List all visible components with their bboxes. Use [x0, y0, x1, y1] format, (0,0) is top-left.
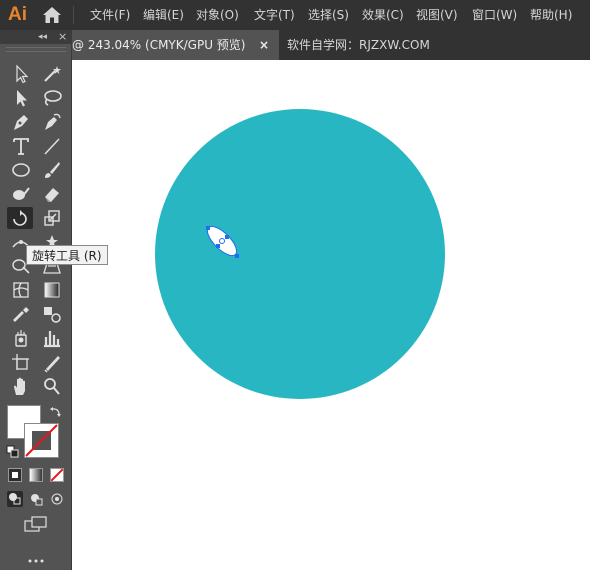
type-tool-icon[interactable]	[8, 135, 34, 157]
tools-panel-header[interactable]: ◂◂ ×	[0, 30, 72, 44]
document-tab-close-icon[interactable]: ×	[259, 30, 269, 60]
document-tab[interactable]: @ 243.04% (CMYK/GPU 预览) ×	[72, 30, 279, 60]
symbol-sprayer-tool-icon[interactable]	[8, 327, 34, 349]
menu-effect[interactable]: 效果(C)	[362, 0, 404, 30]
close-panel-icon[interactable]: ×	[58, 30, 67, 44]
stroke-swatch[interactable]	[24, 423, 59, 458]
direct-selection-tool-icon[interactable]	[8, 87, 34, 109]
edit-toolbar-icon[interactable]	[27, 550, 45, 563]
selection-tool-icon[interactable]	[8, 63, 34, 85]
home-icon[interactable]	[41, 5, 63, 25]
menu-select[interactable]: 选择(S)	[308, 0, 349, 30]
hand-tool-icon[interactable]	[8, 375, 34, 397]
document-tab-bar: @ 243.04% (CMYK/GPU 预览) × 软件自学网：RJZXW.CO…	[0, 30, 590, 60]
menu-window[interactable]: 窗口(W)	[472, 0, 517, 30]
pen-tool-icon[interactable]	[8, 111, 34, 133]
artboard-tool-icon[interactable]	[8, 351, 34, 373]
mesh-tool-icon[interactable]	[8, 279, 34, 301]
menu-object[interactable]: 对象(O)	[196, 0, 239, 30]
rotate-tool-icon[interactable]	[7, 207, 33, 229]
menu-bar: Ai 文件(F) 编辑(E) 对象(O) 文字(T) 选择(S) 效果(C) 视…	[0, 0, 590, 30]
none-mode-button[interactable]	[50, 468, 64, 482]
draw-normal-mode-icon[interactable]	[7, 491, 23, 507]
swap-fill-stroke-icon[interactable]	[49, 404, 63, 418]
column-graph-tool-icon[interactable]	[39, 327, 65, 349]
anchor-point-left[interactable]	[216, 244, 220, 248]
menu-type[interactable]: 文字(T)	[254, 0, 295, 30]
document-tab-title: @ 243.04% (CMYK/GPU 预览)	[72, 38, 246, 52]
blend-tool-icon[interactable]	[39, 303, 65, 325]
eraser-tool-icon[interactable]	[39, 183, 65, 205]
anchor-point-bottom[interactable]	[235, 254, 239, 258]
panel-grip[interactable]	[6, 47, 66, 52]
line-segment-tool-icon[interactable]	[39, 135, 65, 157]
rotate-tool-tooltip: 旋转工具 (R)	[26, 245, 108, 265]
teal-circle[interactable]	[155, 109, 445, 399]
collapse-panel-icon[interactable]: ◂◂	[38, 30, 47, 44]
tools-panel: ◂◂ ×	[0, 30, 72, 570]
artboard-canvas[interactable]	[72, 60, 590, 570]
menu-view[interactable]: 视图(V)	[416, 0, 458, 30]
default-fill-stroke-icon[interactable]	[6, 444, 20, 458]
scale-tool-icon[interactable]	[39, 207, 65, 229]
curvature-tool-icon[interactable]	[39, 111, 65, 133]
gradient-tool-icon[interactable]	[39, 279, 65, 301]
menu-help[interactable]: 帮助(H)	[530, 0, 572, 30]
screen-mode-icon[interactable]	[24, 516, 48, 534]
site-watermark-label: 软件自学网：RJZXW.COM	[287, 38, 430, 52]
ellipse-tool-icon[interactable]	[8, 159, 34, 181]
slice-tool-icon[interactable]	[39, 351, 65, 373]
lasso-tool-icon[interactable]	[39, 87, 65, 109]
magic-wand-tool-icon[interactable]	[39, 63, 65, 85]
draw-behind-mode-icon[interactable]	[28, 491, 44, 507]
zoom-tool-icon[interactable]	[39, 375, 65, 397]
menu-file[interactable]: 文件(F)	[90, 0, 130, 30]
app-logo: Ai	[8, 4, 27, 25]
menu-separator	[73, 6, 74, 24]
anchor-point-top[interactable]	[206, 226, 210, 230]
gradient-mode-button[interactable]	[29, 468, 43, 482]
paintbrush-tool-icon[interactable]	[39, 159, 65, 181]
color-mode-button[interactable]	[8, 468, 22, 482]
shaper-tool-icon[interactable]	[8, 183, 34, 205]
artwork	[155, 109, 445, 399]
draw-inside-mode-icon[interactable]	[49, 491, 65, 507]
anchor-point-right[interactable]	[225, 235, 229, 239]
eyedropper-tool-icon[interactable]	[8, 303, 34, 325]
menu-edit[interactable]: 编辑(E)	[143, 0, 184, 30]
